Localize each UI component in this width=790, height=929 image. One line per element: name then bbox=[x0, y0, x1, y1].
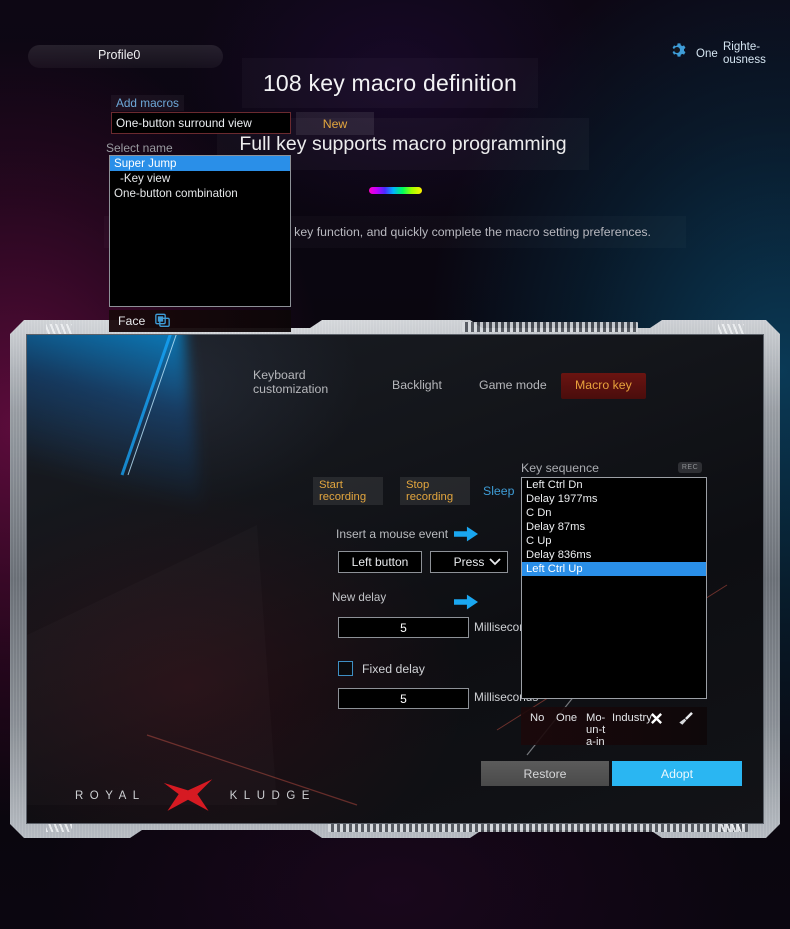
key-sequence-label: Key sequence bbox=[521, 461, 599, 475]
list-item[interactable]: Delay 87ms bbox=[522, 520, 706, 534]
list-item[interactable]: Delay 836ms bbox=[522, 548, 706, 562]
list-item[interactable]: Super Jump bbox=[110, 156, 290, 171]
footer-item-one[interactable]: One bbox=[556, 707, 582, 724]
close-icon[interactable] bbox=[650, 712, 663, 725]
brand-right-text: KLUDGE bbox=[229, 790, 316, 802]
fixed-delay-input[interactable]: 5 bbox=[338, 688, 469, 709]
adopt-button[interactable]: Adopt bbox=[612, 761, 742, 786]
list-item[interactable]: Delay 1977ms bbox=[522, 492, 706, 506]
select-name-label: Select name bbox=[106, 141, 173, 155]
fixed-delay-row[interactable]: Fixed delay bbox=[338, 661, 425, 676]
page-root: 108 key macro definition Full key suppor… bbox=[0, 0, 790, 929]
broom-icon[interactable] bbox=[677, 712, 693, 726]
arrow-right-icon bbox=[454, 526, 478, 542]
header-one-label: One bbox=[696, 48, 718, 60]
new-delay-label-text: New delay bbox=[332, 591, 387, 604]
footer-item-mountain[interactable]: Mo-un-ta-in bbox=[586, 707, 608, 748]
list-item[interactable]: Left Ctrl Dn bbox=[522, 478, 706, 492]
profile-label: Profile0 bbox=[98, 48, 141, 62]
macro-name-input[interactable]: One-button surround view bbox=[111, 112, 291, 134]
chevron-down-icon bbox=[489, 558, 501, 566]
list-item[interactable]: Left Ctrl Up bbox=[522, 562, 706, 576]
tab-backlight[interactable]: Backlight bbox=[392, 378, 442, 393]
rainbow-divider-icon bbox=[369, 187, 422, 194]
stop-recording-button[interactable]: Stop recording bbox=[400, 477, 470, 505]
frame-vent-top bbox=[462, 322, 638, 332]
face-label: Face bbox=[118, 314, 146, 328]
list-item[interactable]: -Key view bbox=[110, 171, 290, 186]
tab-macro-key[interactable]: Macro key bbox=[561, 373, 646, 399]
header-righteousness-label: Righte-ousness bbox=[723, 41, 766, 66]
gear-icon[interactable] bbox=[668, 41, 686, 59]
list-item[interactable]: One-button combination bbox=[110, 186, 290, 201]
key-sequence-footer: No One Mo-un-ta-in Industry bbox=[521, 707, 707, 748]
arrow-right-icon bbox=[454, 594, 478, 610]
mouse-button-select[interactable]: Left button bbox=[338, 551, 422, 573]
mouse-action-select-value: Press bbox=[453, 555, 485, 569]
fixed-delay-checkbox[interactable] bbox=[338, 661, 353, 676]
fixed-delay-label: Fixed delay bbox=[362, 661, 425, 676]
new-macro-button[interactable]: New bbox=[296, 112, 374, 135]
hero-title: 108 key macro definition bbox=[242, 58, 538, 108]
brand-left-text: ROYAL bbox=[75, 790, 146, 802]
list-item[interactable]: C Up bbox=[522, 534, 706, 548]
insert-mouse-event-label: Insert a mouse event bbox=[336, 527, 449, 541]
mouse-button-select-value: Left button bbox=[351, 555, 409, 569]
restore-button[interactable]: Restore bbox=[481, 761, 609, 786]
start-recording-button[interactable]: Start recording bbox=[313, 477, 383, 505]
list-item[interactable]: C Dn bbox=[522, 506, 706, 520]
tab-keyboard-customization[interactable]: Keyboard customization bbox=[253, 368, 328, 396]
copy-icon[interactable] bbox=[154, 313, 171, 329]
add-macros-label: Add macros bbox=[111, 95, 184, 111]
mouse-action-select[interactable]: Press bbox=[430, 551, 508, 573]
brand-logo: ROYAL KLUDGE bbox=[75, 779, 316, 813]
key-sequence-list[interactable]: Left Ctrl Dn Delay 1977ms C Dn Delay 87m… bbox=[521, 477, 707, 699]
sleep-label[interactable]: Sleep bbox=[483, 484, 514, 498]
tab-game-mode[interactable]: Game mode bbox=[479, 378, 547, 393]
new-delay-input[interactable]: 5 bbox=[338, 617, 469, 638]
footer-item-no[interactable]: No bbox=[530, 707, 552, 724]
new-delay-label: New delay bbox=[332, 592, 386, 604]
kludge-logo-icon bbox=[163, 779, 212, 811]
macro-name-list[interactable]: Super Jump -Key view One-button combinat… bbox=[109, 155, 291, 307]
rec-badge: REC bbox=[678, 462, 702, 473]
face-bar[interactable]: Face bbox=[109, 310, 291, 332]
